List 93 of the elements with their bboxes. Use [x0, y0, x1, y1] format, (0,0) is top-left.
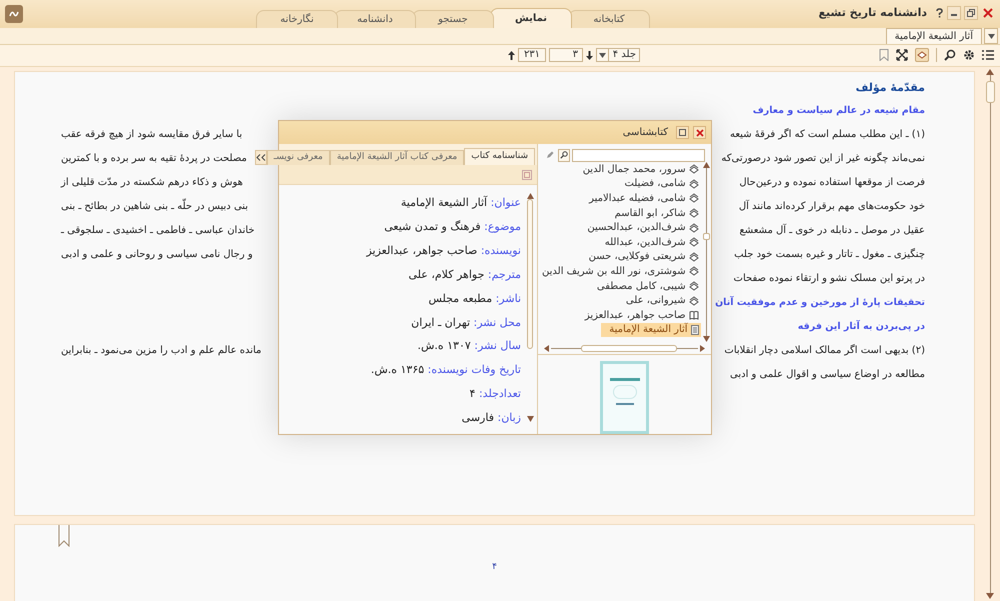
document-tab[interactable]: آثار الشیعة الإمامیة [886, 28, 982, 44]
page-number: ۴ [492, 561, 497, 574]
text-line: با سایر فرق مقایسه شود از هیچ فرقه عقب [61, 128, 242, 142]
expand-icon[interactable] [896, 49, 908, 61]
list-icon[interactable] [982, 49, 994, 61]
double-chevron-icon[interactable] [256, 154, 266, 161]
maximize-button[interactable] [676, 126, 689, 139]
list-item[interactable]: صاحب جواهر، عبدالعزیز [584, 308, 701, 323]
text-line: مانده عالم علم و ادب را مزین می‌نمود ـ بنابراین [61, 344, 262, 358]
bookmark-icon[interactable] [58, 525, 70, 547]
field-text: نویسنده: صاحب جواهر، عبدالعزیز [365, 242, 521, 259]
scrollbar-thumb[interactable] [581, 344, 677, 352]
scrollbar-thumb[interactable] [703, 233, 710, 240]
tab[interactable]: نمایش [490, 8, 572, 28]
list-item[interactable]: سرور، محمد جمال الدین [582, 162, 701, 177]
dropdown-button[interactable] [984, 28, 998, 44]
caret-icon[interactable] [703, 162, 710, 168]
caret-icon[interactable] [986, 69, 994, 75]
book-icon[interactable] [915, 48, 929, 62]
tab[interactable]: معرفی نویسـ [266, 150, 330, 165]
field-text: ناشر: مطبعه مجلس [428, 290, 521, 307]
text-line: هوش و ذکاء درهم شکسته در مدّت قلیلی از [61, 176, 243, 190]
caret-icon[interactable] [526, 416, 534, 422]
field-text: مترجم: جواهر کلام، علی [407, 266, 521, 283]
text-line: چنگیزی ـ مغول ـ تاتار و غیره بسمت خود جلب [734, 247, 925, 262]
bookmark-icon[interactable] [879, 49, 889, 61]
section-heading: مقام شیعه در عالم سیاست و معارف [752, 104, 925, 118]
field-text: سال نشر: ۱۳۰۷ ه.ش. [416, 338, 521, 354]
list-item[interactable]: شامی، فضیلت [624, 176, 701, 192]
scrollbar-thumb[interactable] [986, 81, 994, 103]
minimize-button[interactable] [947, 6, 961, 20]
caret-icon[interactable] [988, 34, 994, 38]
search-icon[interactable] [558, 148, 570, 162]
list-item[interactable]: شامی، فضیله عبدالامیر [589, 191, 701, 206]
caret-icon[interactable] [986, 593, 994, 599]
field-text: عنوان: آثار الشیعة الإمامیة [400, 195, 521, 211]
search-field[interactable] [572, 148, 705, 162]
caret-icon[interactable] [544, 344, 549, 352]
restore-icon[interactable] [967, 9, 975, 18]
field-text: محل نشر: تهران ـ ایران [410, 314, 521, 331]
text-line: فرصت از موقعها استفاده نموده و درعین‌حال [739, 176, 925, 190]
dialog-title: کتابشناسی [622, 126, 668, 140]
field-text: زبان: فارسی [460, 410, 521, 426]
tab[interactable]: معرفی کتاب آثار الشیعة الإمامیة [330, 150, 464, 165]
section-heading: در پی‌بردن به آثار این فرقه [798, 319, 925, 334]
app-logo-icon [5, 5, 23, 23]
text-line: در پرتو این مسلک نشو و ارتقاء نموده صفحات [734, 272, 925, 286]
panel-toggle-icon[interactable] [522, 170, 532, 180]
text-line: مطالعه در اوضاع سیاسی و اقوال علمی و ادبی [730, 368, 925, 382]
tab[interactable]: جستجو [412, 10, 494, 28]
list-item[interactable]: شیروانی، علی [626, 293, 701, 308]
maximize-icon[interactable] [679, 129, 686, 136]
search-icon[interactable] [944, 49, 956, 61]
text-line: مصلحت در پردهٔ تقیه به سر برده و با کمترین [61, 152, 247, 166]
restore-button[interactable] [964, 6, 978, 20]
text-line: (۲) بدیهی است اگر ممالک اسلامی دچار انقلابات [724, 343, 925, 358]
settings-icon[interactable] [963, 49, 975, 61]
page-field[interactable]: ۳ [549, 48, 583, 62]
close-button[interactable] [693, 126, 706, 139]
volume-dropdown[interactable]: جلد ۴ [596, 48, 640, 62]
tab[interactable]: شناسنامه کتاب [464, 148, 535, 165]
field-text: تاریخ وفات نویسنده: ۱۳۶۵ ه.ش. [370, 362, 521, 378]
caret-icon[interactable] [599, 52, 606, 58]
window-title: دانشنامه تاریخ تشیع [818, 5, 927, 21]
text-line: نمی‌ماند چگونه غیر از این تصور شود درصورتی‌که [721, 151, 925, 166]
text-line: خود حکومت‌های مهم برقرار کرده‌اند مانند آل [738, 199, 925, 214]
list-item[interactable]: آثار الشیعة الإمامیة [601, 322, 701, 338]
text-line: خاندان عباسی ـ فاطمی ـ اخشیدی ـ سلجوقی ـ [61, 224, 255, 238]
down-arrow-icon[interactable] [586, 50, 593, 60]
up-arrow-icon[interactable] [508, 50, 515, 60]
list-item[interactable]: شوشتری، نور الله بن شریف الدین [542, 264, 701, 279]
list-item[interactable]: شاکر، ابو القاسم [614, 206, 701, 220]
scroll-tabs-button[interactable] [254, 150, 267, 165]
text-line: و رجال نامی سیاسی و روحانی و علمی و ادبی [61, 248, 253, 262]
tab[interactable]: نگارخانه [256, 10, 338, 28]
field-text: تعدادجلد: ۴ [468, 386, 521, 402]
total-pages-field: ۲۳۱ [518, 48, 546, 62]
list-item[interactable]: شریعتی فوکلایی، حسن [588, 250, 701, 264]
page-title: مقدّمهٔ مؤلف [856, 80, 925, 96]
list-item[interactable]: شرف‌الدین، عبدالله [604, 234, 701, 250]
section-heading: تحقیقات پارهٔ از مورخین و عدم موفقیت آنان [715, 295, 925, 310]
scrollbar-thumb[interactable] [527, 199, 533, 349]
list-item[interactable]: شرف‌الدین، عبدالحسین [587, 220, 701, 235]
document-icon [690, 324, 699, 335]
open-book-icon [688, 310, 699, 320]
list-item[interactable]: شیبی، کامل مصطفی [596, 278, 701, 294]
close-icon[interactable] [696, 128, 704, 136]
text-line: (۱) ـ این مطلب مسلم است که اگر فرقهٔ شیعه [730, 127, 925, 142]
help-icon[interactable] [934, 6, 944, 20]
field-text: موضوع: فرهنگ و تمدن شیعی [383, 218, 521, 235]
text-line: بنی دبیس در حلّه ـ بنی شاهین در بطائح ـ بنی [61, 199, 248, 223]
text-line: عقیل در موصل ـ دنابله در خوی ـ آل مشعشع [739, 223, 925, 238]
tab[interactable]: دانشنامه [334, 10, 416, 28]
